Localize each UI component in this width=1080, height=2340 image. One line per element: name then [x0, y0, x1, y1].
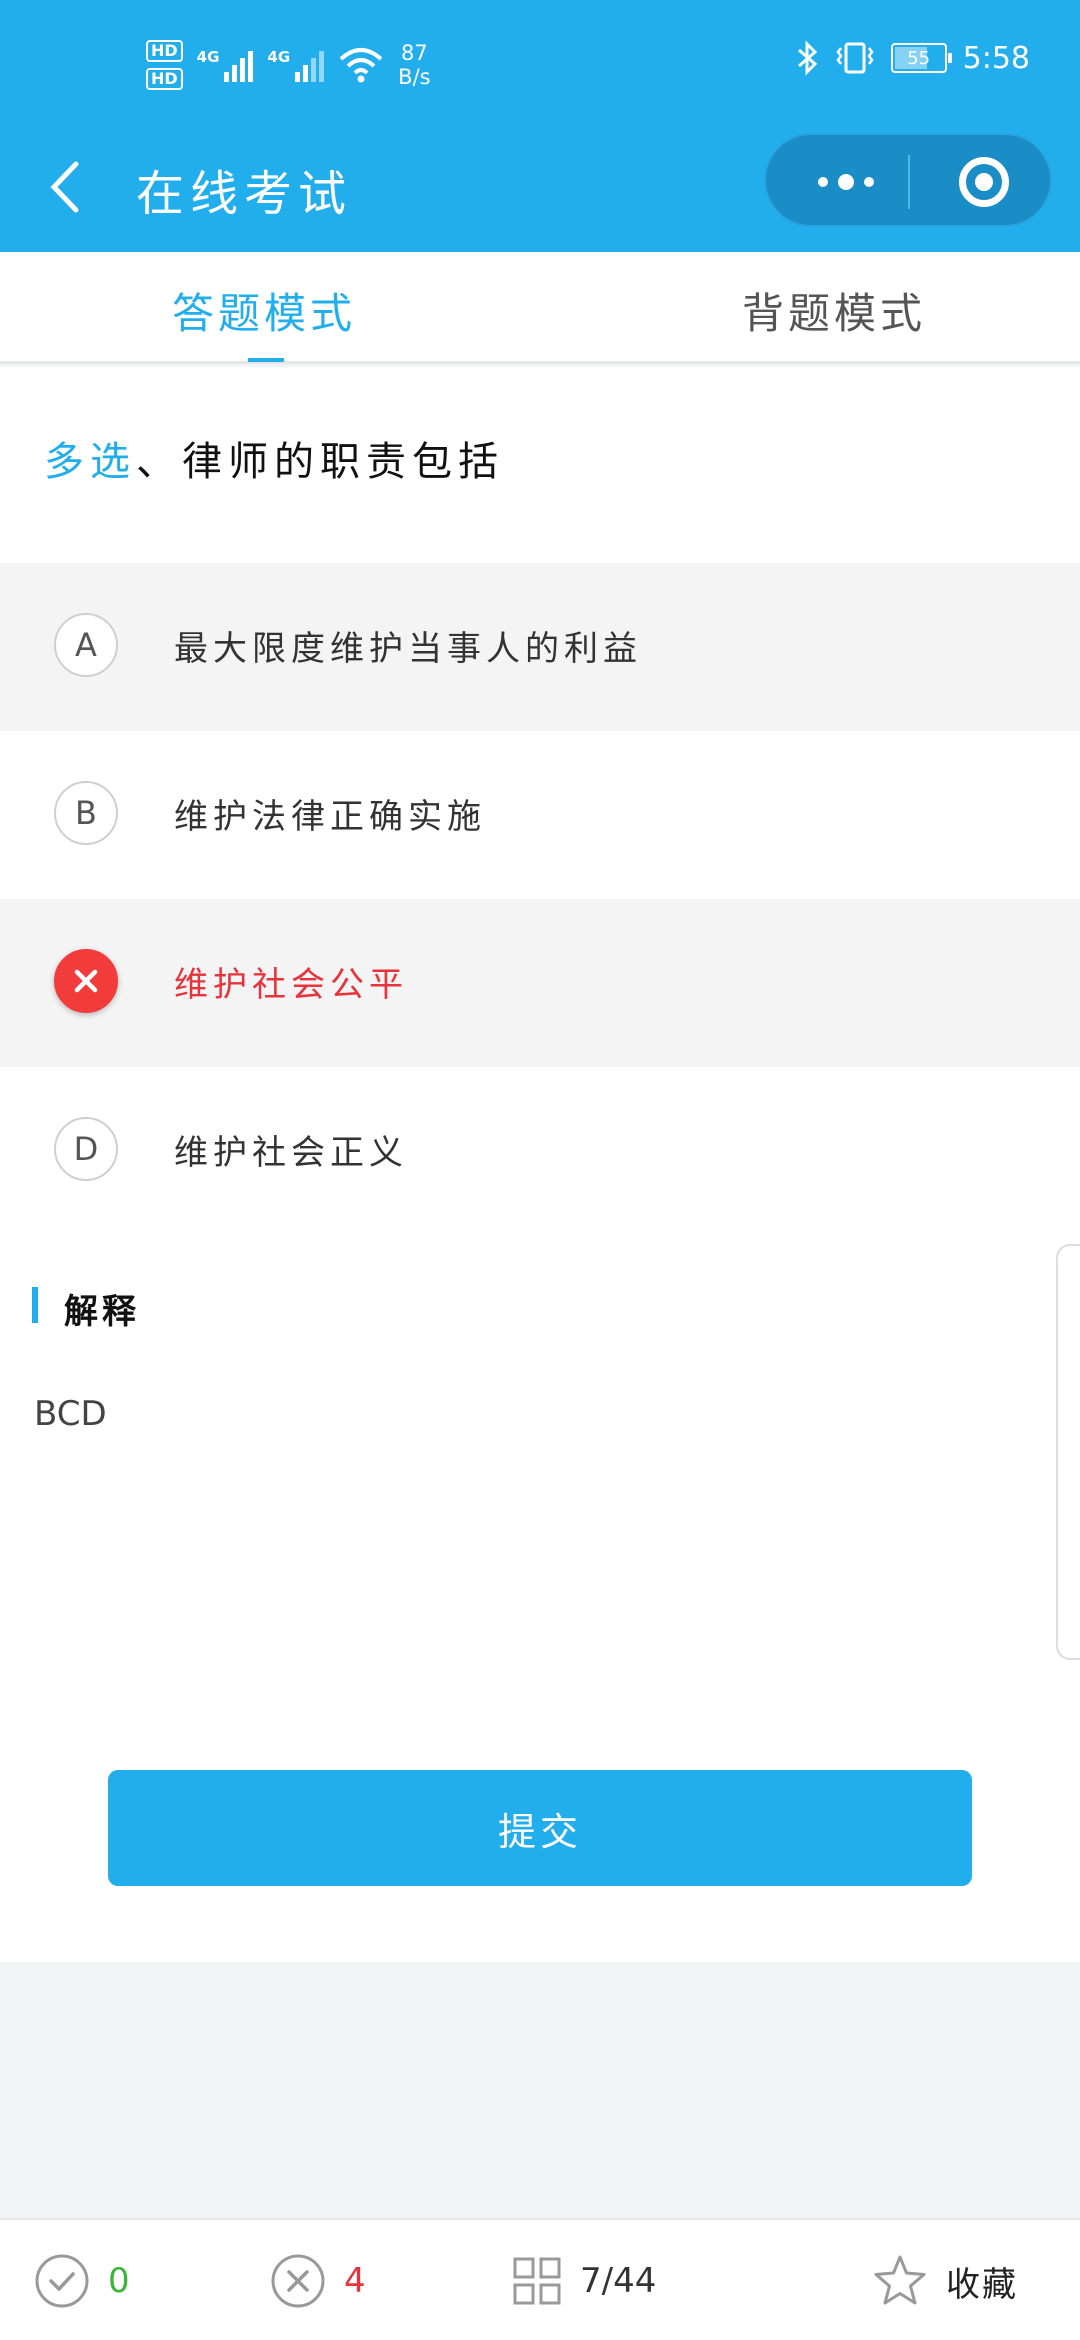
- bluetooth-icon: [797, 40, 817, 76]
- back-arrow-icon[interactable]: [40, 152, 92, 222]
- option-a-letter: A: [54, 613, 118, 677]
- option-c[interactable]: 维护社会公平: [0, 899, 1080, 1067]
- battery-level: 55: [907, 47, 931, 69]
- option-d-text: 维护社会正义: [174, 1133, 408, 1173]
- page-title: 在线考试: [136, 166, 353, 222]
- x-circle-icon: [271, 2254, 325, 2308]
- option-d-letter: D: [54, 1117, 118, 1181]
- vibrate-icon: [836, 42, 874, 74]
- option-a[interactable]: A 最大限度维护当事人的利益: [0, 563, 1080, 731]
- network-1-label: 4G: [196, 48, 220, 66]
- tab-answer-mode[interactable]: 答题模式: [172, 280, 356, 341]
- option-a-text: 最大限度维护当事人的利益: [174, 629, 642, 669]
- status-left: HD HD 4G 4G 87 B/s: [146, 30, 431, 100]
- status-bar: HD HD 4G 4G 87 B/s 55 5:58: [0, 0, 1080, 130]
- question-separator: 、: [136, 439, 182, 485]
- network-speed: 87 B/s: [398, 41, 430, 89]
- explanation-accent-bar: [32, 1287, 38, 1323]
- side-drawer-handle[interactable]: [1056, 1244, 1080, 1660]
- title-bar: 在线考试: [0, 130, 1080, 252]
- hd-1-label: HD: [146, 40, 183, 62]
- grid-icon: [513, 2257, 561, 2305]
- favorite-label: 收藏: [946, 2264, 1018, 2305]
- speed-value: 87: [401, 41, 428, 65]
- option-c-text: 维护社会公平: [174, 965, 408, 1005]
- wrong-count: 4: [344, 2261, 366, 2301]
- question-type: 多选: [44, 439, 136, 485]
- signal-1-icon: 4G: [197, 48, 254, 82]
- option-b-text: 维护法律正确实施: [174, 797, 486, 837]
- speed-unit: B/s: [398, 65, 431, 89]
- top-header: HD HD 4G 4G 87 B/s 55 5:58 在线考试: [0, 0, 1080, 252]
- signal-2-icon: 4G: [267, 48, 325, 82]
- tab-memorize-mode[interactable]: 背题模式: [742, 280, 926, 341]
- question-card: 多选、律师的职责包括: [0, 367, 1080, 563]
- explanation-answer: BCD: [34, 1394, 107, 1434]
- explanation-title: 解释: [64, 1292, 140, 1332]
- clock: 5:58: [962, 40, 1030, 76]
- option-b-letter: B: [54, 781, 118, 845]
- more-menu-icon[interactable]: [806, 135, 886, 229]
- question-stem: 律师的职责包括: [182, 439, 504, 485]
- hd-2-label: HD: [146, 68, 183, 90]
- question-text: 多选、律师的职责包括: [44, 429, 504, 487]
- active-tab-indicator: [248, 358, 284, 362]
- wrong-count-item[interactable]: 4: [270, 2220, 366, 2340]
- bottom-bar: 0 4 7/44 收藏: [0, 2218, 1080, 2340]
- close-target-icon[interactable]: [959, 157, 1009, 207]
- favorite-item[interactable]: 收藏: [872, 2220, 1018, 2340]
- star-icon: [874, 2255, 926, 2305]
- submit-button[interactable]: 提交: [108, 1770, 972, 1886]
- correct-count-item[interactable]: 0: [34, 2220, 130, 2340]
- correct-count: 0: [108, 2261, 130, 2301]
- network-2-label: 4G: [267, 48, 291, 66]
- check-circle-icon: [35, 2254, 89, 2308]
- status-right: 55 5:58: [795, 40, 1030, 76]
- hd-indicator: HD HD: [146, 40, 183, 90]
- wifi-icon: [339, 48, 383, 83]
- wrong-mark-icon: [54, 949, 118, 1013]
- capsule-divider: [908, 155, 910, 209]
- option-b[interactable]: B 维护法律正确实施: [0, 731, 1080, 899]
- mini-program-capsule: [764, 133, 1052, 227]
- question-progress: 7/44: [580, 2261, 657, 2301]
- option-d[interactable]: D 维护社会正义: [0, 1067, 1080, 1235]
- battery-icon: 55: [890, 43, 952, 73]
- mode-tabs: 答题模式 背题模式: [0, 252, 1080, 364]
- progress-item[interactable]: 7/44: [512, 2220, 656, 2340]
